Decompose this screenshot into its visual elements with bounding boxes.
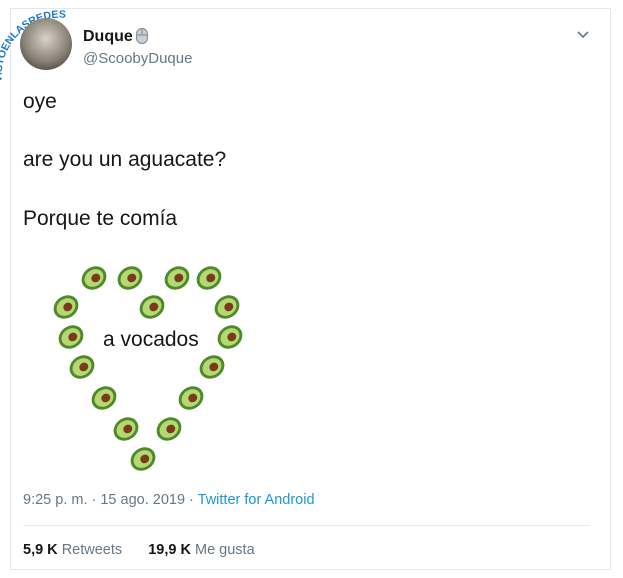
avocado-icon bbox=[178, 386, 204, 410]
timestamp-text[interactable]: 9:25 p. m. · 15 ago. 2019 · bbox=[23, 492, 198, 508]
author-handle[interactable]: @ScoobyDuque bbox=[83, 50, 192, 67]
tweet-timestamp: 9:25 p. m. · 15 ago. 2019 · Twitter for … bbox=[23, 492, 315, 508]
avocado-icon bbox=[130, 447, 156, 471]
avocado-icon bbox=[139, 295, 165, 319]
avocado-icon bbox=[58, 325, 84, 349]
avocado-icon bbox=[196, 266, 222, 290]
author-name[interactable]: Duque bbox=[83, 28, 133, 46]
avocado-icon bbox=[156, 417, 182, 441]
avocado-icon bbox=[91, 386, 117, 410]
avocado-icon bbox=[113, 417, 139, 441]
retweet-count[interactable]: 5,9 K bbox=[23, 542, 58, 558]
avocado-icon bbox=[214, 295, 240, 319]
avocado-heart bbox=[53, 266, 243, 471]
avocado-icon bbox=[164, 266, 190, 290]
tweet-text-line: oye bbox=[23, 90, 57, 113]
like-count[interactable]: 19,9 K bbox=[148, 542, 191, 558]
divider bbox=[23, 525, 590, 526]
like-label[interactable]: Me gusta bbox=[195, 542, 255, 558]
avocado-icon bbox=[53, 295, 79, 319]
retweet-label[interactable]: Retweets bbox=[62, 542, 122, 558]
avocado-icon bbox=[81, 266, 107, 290]
tweet-text-line: are you un aguacate? bbox=[23, 148, 227, 171]
avocado-icon bbox=[199, 355, 225, 379]
avocado-icon bbox=[117, 266, 143, 290]
mouse-icon bbox=[135, 27, 149, 45]
avocado-icon bbox=[217, 325, 243, 349]
avatar[interactable] bbox=[20, 18, 72, 70]
tweet-stats: 5,9 K Retweets 19,9 K Me gusta bbox=[23, 542, 255, 558]
avocado-icon bbox=[69, 355, 95, 379]
heart-caption: a vocados bbox=[103, 328, 199, 351]
chevron-down-icon[interactable] bbox=[576, 30, 590, 40]
source-link[interactable]: Twitter for Android bbox=[198, 492, 315, 508]
tweet-text-line: Porque te comía bbox=[23, 207, 178, 230]
